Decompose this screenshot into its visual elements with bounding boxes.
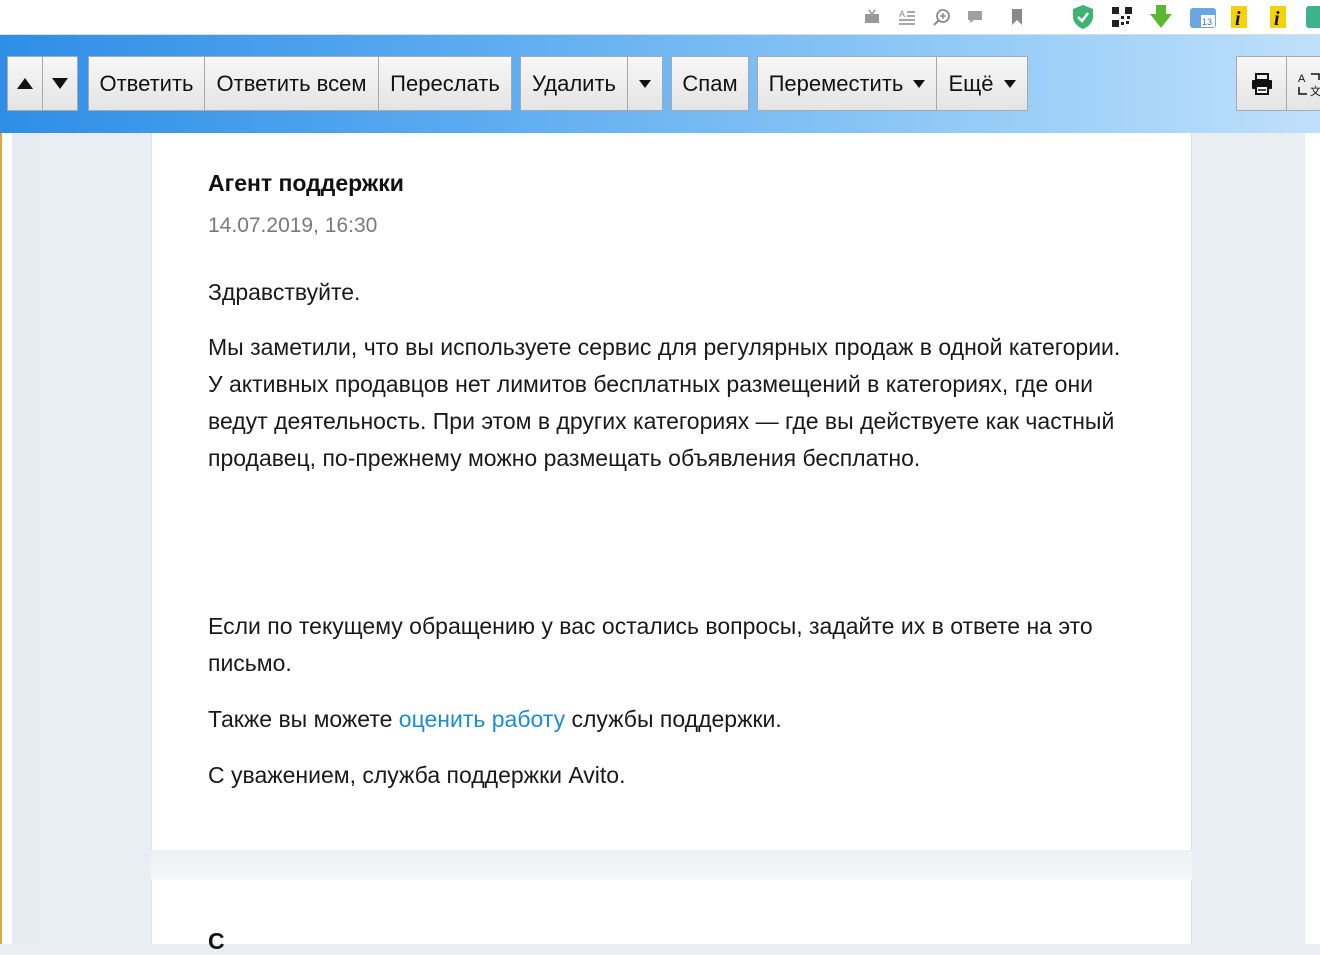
zoom-icon[interactable] bbox=[930, 0, 954, 34]
message-sender: Агент поддержки bbox=[208, 170, 404, 196]
yellow-i-icon[interactable]: i bbox=[1227, 0, 1251, 34]
printer-icon bbox=[1251, 72, 1272, 95]
svg-text:i: i bbox=[1274, 8, 1280, 30]
message-greeting: Здравствуйте. bbox=[208, 279, 361, 305]
translate-icon: A文 bbox=[1298, 73, 1320, 97]
qr-code-icon[interactable] bbox=[1108, 0, 1136, 34]
move-button[interactable]: Переместить bbox=[757, 56, 937, 111]
svg-text:文: 文 bbox=[1310, 84, 1320, 97]
right-side-column bbox=[1192, 133, 1320, 944]
svg-text:A: A bbox=[1298, 73, 1306, 85]
message-card bbox=[151, 133, 1192, 850]
reader-mode-icon[interactable]: A bbox=[895, 0, 919, 34]
translate-button[interactable]: A文 bbox=[1286, 56, 1320, 111]
forward-button[interactable]: Переслать bbox=[378, 56, 512, 111]
dropdown-arrow-icon bbox=[913, 79, 926, 88]
more-button[interactable]: Ещё bbox=[936, 56, 1028, 111]
calendar-icon[interactable]: 13 bbox=[1187, 0, 1219, 34]
message-rate-line: Также вы можете оценить работу службы по… bbox=[208, 701, 1168, 738]
dropdown-arrow-icon bbox=[1003, 79, 1016, 88]
svg-text:i: i bbox=[1235, 8, 1241, 30]
next-message-sender: С bbox=[208, 928, 225, 954]
more-label: Ещё bbox=[948, 70, 994, 96]
reply-button[interactable]: Ответить bbox=[88, 56, 205, 111]
rate-support-link[interactable]: оценить работу bbox=[399, 706, 565, 732]
shield-check-icon[interactable] bbox=[1068, 0, 1098, 34]
reply-all-button[interactable]: Ответить всем bbox=[204, 56, 379, 111]
bookmark-icon[interactable] bbox=[1005, 0, 1029, 34]
message-date: 14.07.2019, 16:30 bbox=[208, 214, 378, 237]
arrow-down-icon bbox=[52, 78, 68, 89]
svg-text:A: A bbox=[899, 9, 905, 19]
previous-message-button[interactable] bbox=[7, 56, 43, 111]
dropdown-arrow-icon bbox=[639, 79, 651, 88]
arrow-up-icon bbox=[17, 78, 33, 89]
comment-icon[interactable] bbox=[963, 0, 987, 34]
rate-prefix: Также вы можете bbox=[208, 706, 399, 732]
yellow-i-icon-2[interactable]: i bbox=[1266, 0, 1290, 34]
delete-options-button[interactable] bbox=[627, 56, 663, 111]
move-label: Переместить bbox=[768, 70, 904, 96]
left-side-column bbox=[40, 133, 151, 944]
left-gutter bbox=[0, 133, 40, 944]
next-message-button[interactable] bbox=[42, 56, 78, 111]
spam-button[interactable]: Спам bbox=[671, 56, 749, 111]
next-message-card bbox=[151, 880, 1192, 944]
right-edge bbox=[1305, 133, 1320, 944]
mail-toolbar: Ответить Ответить всем Переслать Удалить… bbox=[0, 35, 1320, 133]
message-signature: С уважением, служба поддержки Avito. bbox=[208, 762, 626, 788]
message-body: Мы заметили, что вы используете сервис д… bbox=[208, 334, 1121, 471]
svg-text:13: 13 bbox=[1202, 17, 1212, 27]
browser-extension-bar: A 13 i i bbox=[0, 0, 1320, 35]
print-button[interactable] bbox=[1236, 56, 1287, 111]
rate-suffix: службы поддержки. bbox=[565, 706, 782, 732]
message-questions: Если по текущему обращению у вас осталис… bbox=[208, 613, 1093, 676]
tv-icon[interactable] bbox=[860, 0, 884, 34]
green-extension-icon[interactable] bbox=[1304, 0, 1320, 34]
delete-button[interactable]: Удалить bbox=[520, 56, 628, 111]
download-arrow-icon[interactable] bbox=[1146, 0, 1176, 34]
